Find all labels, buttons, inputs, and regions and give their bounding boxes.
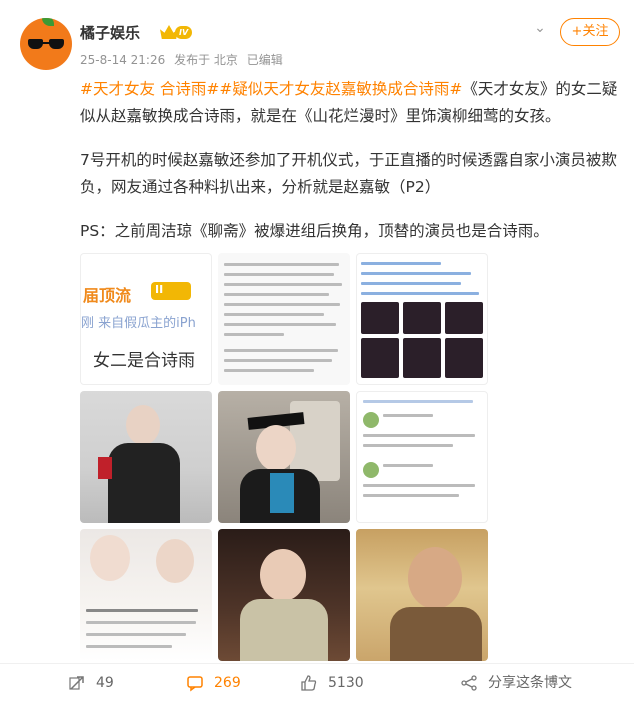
image-1[interactable]: 届顶流 II 刚 来自假瓜主的iPh 女二是合诗雨 [80,253,212,385]
doc-line [86,633,186,636]
photo-thumb [445,338,483,378]
like-button[interactable]: 5130 [300,672,390,694]
doc-line [363,434,475,437]
edited-label[interactable]: 已编辑 [247,53,283,67]
image-4[interactable] [80,391,212,523]
doc-line [86,609,198,612]
post-header: 橘子娱乐 IV 25-8-14 21:26 发布于 北京 已编辑 ⌄ +关注 [20,18,620,74]
text-line [361,292,479,295]
post-meta: 25-8-14 21:26 发布于 北京 已编辑 [80,51,288,68]
vip-level: IV [175,26,193,39]
image-1-badge: II [151,282,191,300]
doc-line [224,293,329,296]
post-location: 发布于 北京 [174,53,238,67]
image-2[interactable] [218,253,350,385]
doc-line [224,359,332,362]
doc-line [86,645,172,648]
leaf-shape [42,18,54,26]
comment-button[interactable]: 269 [186,672,266,694]
image-7[interactable] [80,529,212,661]
image-5[interactable] [218,391,350,523]
paragraph-3: PS：之前周洁琼《聊斋》被爆进组后换角，顶替的演员也是合诗雨。 [80,222,549,240]
doc-line [224,303,340,306]
paragraph-1: #天才女友 合诗雨##疑似天才女友赵嘉敏换成合诗雨#《天才女友》的女二疑似从赵嘉… [80,76,620,130]
doc-line [363,494,459,497]
person-body [390,607,482,661]
share-button[interactable]: 分享这条博文 [460,672,580,694]
person-body [108,443,180,523]
sunglasses-icon [28,39,64,49]
image-8[interactable] [218,529,350,661]
share-icon [461,675,477,691]
person-head [126,405,160,445]
photo-thumb [403,302,441,334]
chevron-down-icon[interactable]: ⌄ [530,18,550,38]
image-grid: 届顶流 II 刚 来自假瓜主的iPh 女二是合诗雨 [80,253,488,661]
vip-badge[interactable]: IV [160,25,200,40]
follow-button[interactable]: +关注 [560,18,620,46]
text-line [361,262,441,265]
doc-line [224,263,339,266]
person-head [156,539,194,583]
person-head [260,549,306,601]
text-line [361,272,471,275]
topic-tags[interactable]: #天才女友 合诗雨##疑似天才女友赵嘉敏换成合诗雨# [80,80,462,98]
post-date[interactable]: 25-8-14 21:26 [80,53,165,67]
text-line [361,282,461,285]
photo-thumb [361,302,399,334]
person-body [240,599,328,661]
paragraph-2: 7号开机的时候赵嘉敏还参加了开机仪式，于正直播的时候透露自家小演员被欺负，网友通… [80,151,617,196]
doc-line [383,464,433,467]
photo-thumb [361,338,399,378]
comment-count: 269 [214,675,241,691]
image-9[interactable] [356,529,488,661]
image-6[interactable] [356,391,488,523]
thumbs-up-icon [301,675,317,691]
image-1-title: 届顶流 [83,286,132,305]
doc-line [363,444,453,447]
doc-line [224,349,338,352]
doc-line [363,484,475,487]
repost-count: 49 [96,675,114,691]
avatar[interactable] [20,18,72,70]
repost-icon [69,676,84,690]
action-bar: 49 269 5130 分享这条博文 [0,663,634,702]
photo-thumb [445,302,483,334]
badge-level: II [155,283,164,296]
doc-line [224,323,336,326]
photo-thumb [403,338,441,378]
doc-line [86,621,196,624]
comment-icon [187,676,203,692]
red-card [98,457,112,479]
doc-line [224,369,314,372]
avatar-small [363,412,379,428]
doc-line [224,283,342,286]
image-3[interactable] [356,253,488,385]
person-head [408,547,462,609]
like-count: 5130 [328,675,364,691]
doc-line [224,313,324,316]
doc-line [224,333,284,336]
username[interactable]: 橘子娱乐 [80,22,140,43]
avatar-small [363,462,379,478]
image-1-source: 刚 来自假瓜主的iPh [81,316,196,331]
share-label: 分享这条博文 [488,675,572,691]
doc-line [363,400,473,403]
post-text: #天才女友 合诗雨##疑似天才女友赵嘉敏换成合诗雨#《天才女友》的女二疑似从赵嘉… [80,76,620,245]
grad-hood [270,473,294,513]
doc-line [383,414,433,417]
image-1-caption: 女二是合诗雨 [93,351,195,371]
person-head [256,425,296,471]
person-head [90,535,130,581]
repost-button[interactable]: 49 [68,672,148,694]
doc-line [224,273,334,276]
